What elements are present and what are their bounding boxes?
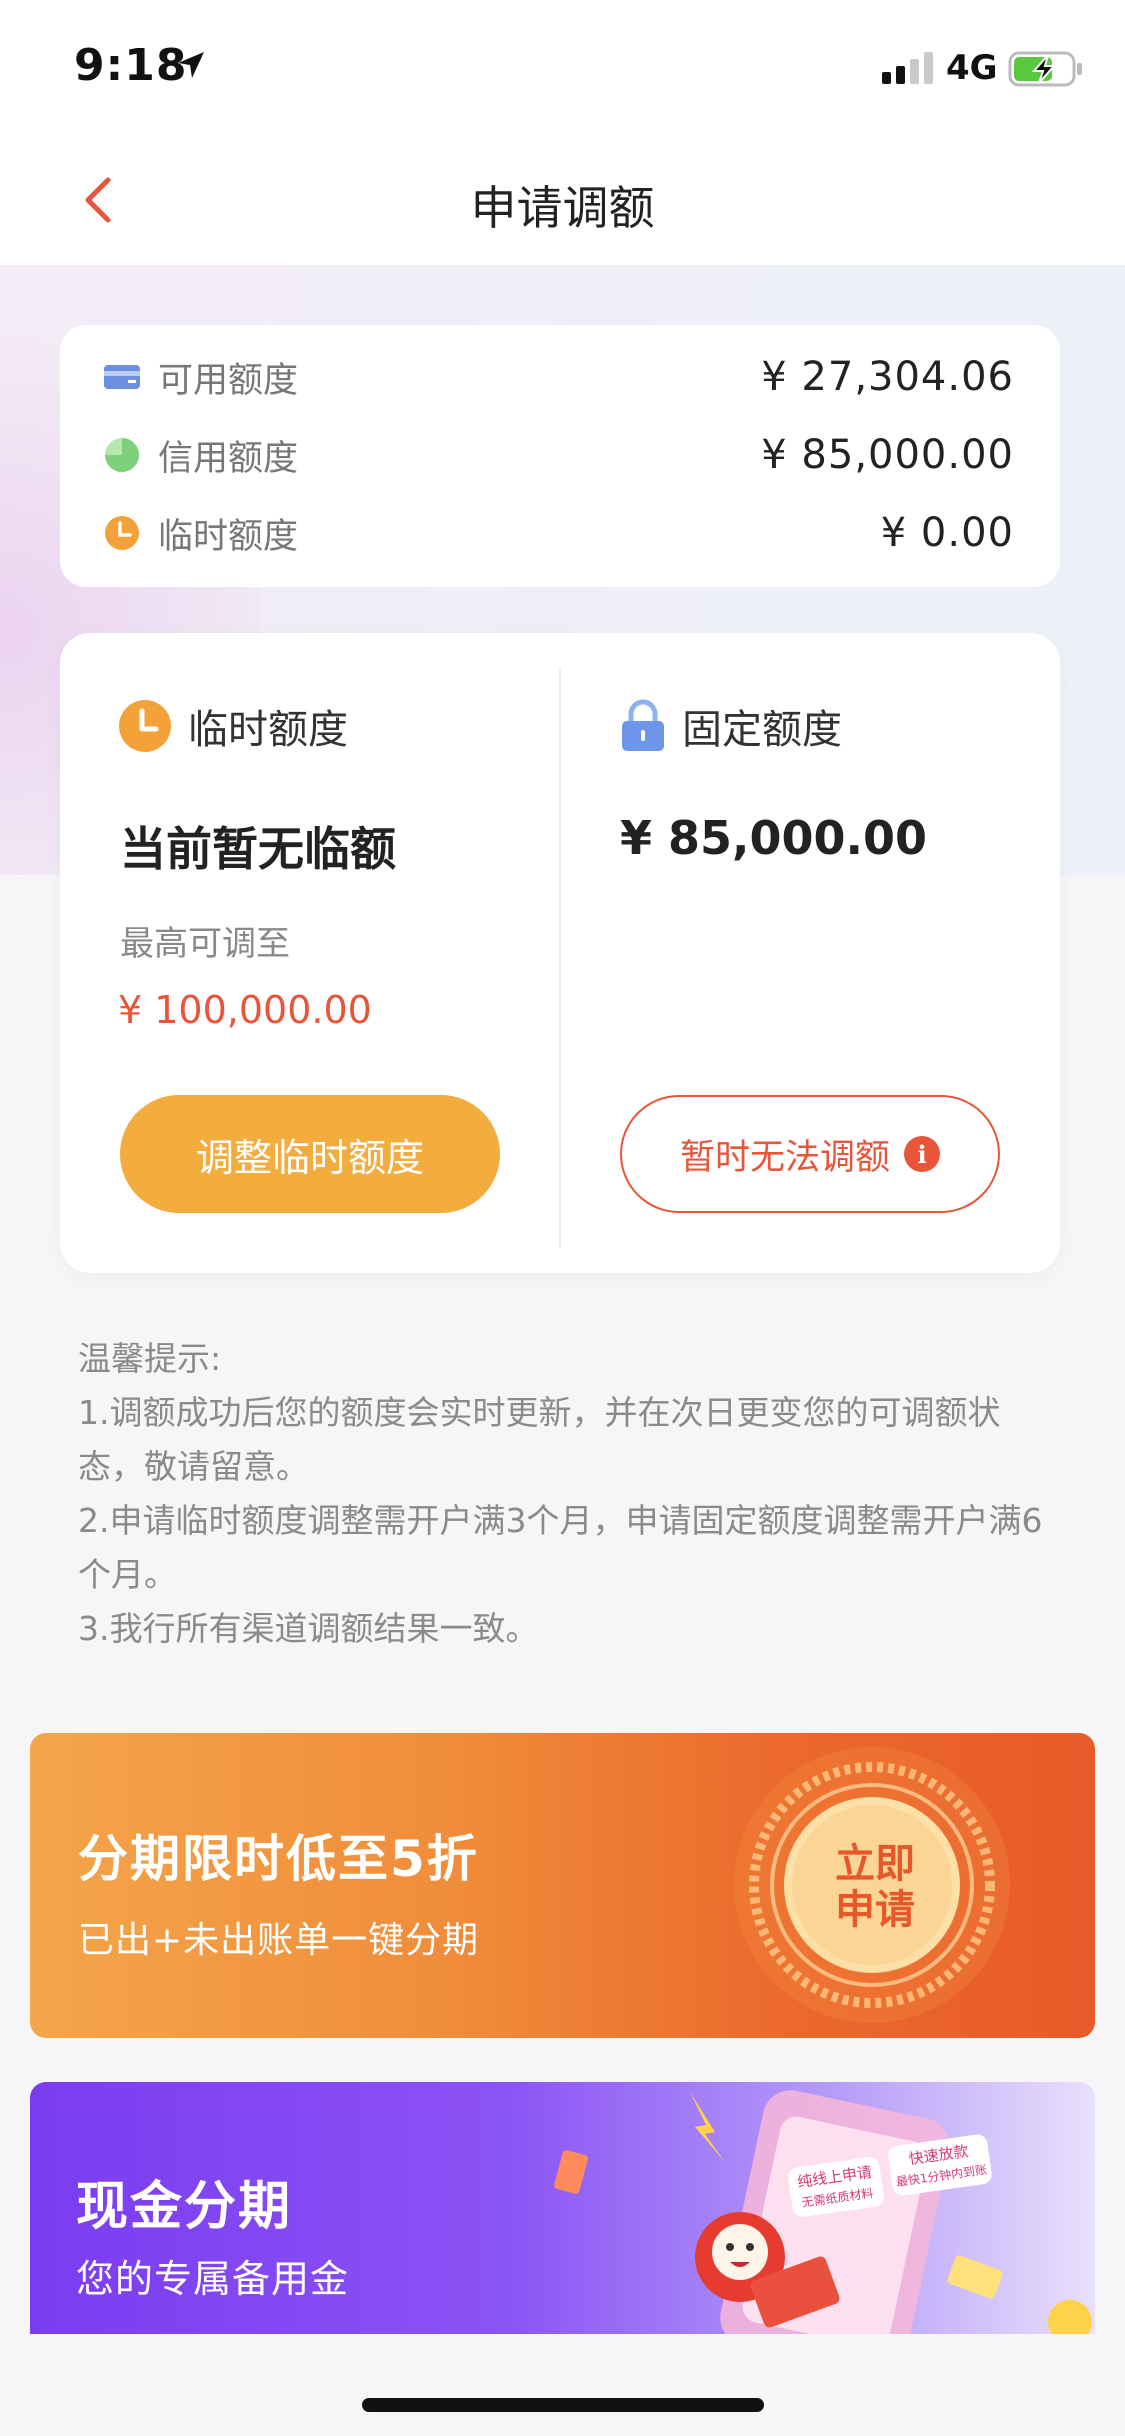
tip-item: 3.我行所有渠道调额结果一致。 (78, 1609, 539, 1648)
clock-icon (104, 515, 140, 551)
navigation-bar: 申请调额 (0, 132, 1125, 265)
location-arrow-icon (178, 52, 204, 78)
installment-promo-banner[interactable]: 分期限时低至5折 已出+未出账单一键分期 立即 申请 (30, 1733, 1095, 2038)
badge-line: 申请 (835, 1887, 915, 1933)
summary-value: ¥ 85,000.00 (761, 432, 1014, 478)
credit-summary-card: 可用额度 ¥ 27,304.06 信用额度 ¥ 85,000.00 临时额度 ¥… (60, 325, 1060, 587)
banner-title: 分期限时低至5折 (78, 1830, 479, 1888)
apply-now-badge-text[interactable]: 立即 申请 (820, 1841, 930, 1933)
credit-card-icon (104, 359, 140, 395)
max-adjust-label: 最高可调至 (120, 924, 290, 964)
column-divider (559, 669, 561, 1247)
info-icon[interactable]: i (904, 1136, 940, 1172)
status-bar: 9:18 4G (0, 0, 1125, 132)
banner-title: 现金分期 (76, 2177, 293, 2237)
fixed-limit-button-label: 暂时无法调额 (679, 1137, 890, 1178)
battery-charging-icon (1008, 51, 1082, 87)
cellular-signal-icon (882, 52, 933, 84)
summary-label: 可用额度 (158, 360, 299, 401)
temp-limit-status: 当前暂无临额 (120, 822, 396, 876)
summary-label: 信用额度 (158, 438, 299, 479)
summary-value: ¥ 27,304.06 (761, 354, 1014, 400)
max-adjust-value: ¥ 100,000.00 (118, 988, 372, 1032)
summary-value: ¥ 0.00 (880, 510, 1014, 556)
banner-subtitle: 您的专属备用金 (76, 2257, 350, 2301)
banner-subtitle: 已出+未出账单一键分期 (78, 1920, 480, 1961)
fixed-limit-heading: 固定额度 (620, 697, 842, 755)
clock-icon (119, 700, 171, 752)
home-indicator[interactable] (362, 2398, 764, 2412)
tips-heading: 温馨提示: (78, 1339, 222, 1378)
lock-icon (622, 699, 664, 751)
limit-adjust-card: 临时额度 当前暂无临额 最高可调至 ¥ 100,000.00 调整临时额度 固定… (60, 633, 1060, 1273)
fixed-limit-title: 固定额度 (682, 707, 842, 753)
status-time: 9:18 (74, 40, 188, 91)
tip-item: 2.申请临时额度调整需开户满3个月，申请固定额度调整需开户满6个月。 (78, 1501, 1043, 1594)
tip-item: 1.调额成功后您的额度会实时更新，并在次日更变您的可调额状态，敬请留意。 (78, 1393, 1001, 1486)
phone-mascot-illustration: 纯线上申请 无需纸质材料 快速放款 最快1分钟内到账 (554, 2090, 1092, 2334)
summary-label: 临时额度 (158, 516, 299, 557)
tips-section: 温馨提示: 1.调额成功后您的额度会实时更新，并在次日更变您的可调额状态，敬请留… (78, 1332, 1058, 1656)
adjust-temp-limit-button[interactable]: 调整临时额度 (120, 1095, 500, 1213)
temp-limit-heading: 临时额度 (118, 697, 348, 755)
pie-chart-icon (104, 437, 140, 473)
summary-row-credit: 信用额度 ¥ 85,000.00 (104, 425, 1014, 485)
summary-row-available: 可用额度 ¥ 27,304.06 (104, 347, 1014, 407)
summary-row-temporary: 临时额度 ¥ 0.00 (104, 503, 1014, 563)
page-title: 申请调额 (470, 181, 655, 235)
fixed-limit-unavailable-button[interactable]: 暂时无法调额 i (620, 1095, 1000, 1213)
fixed-limit-value: ¥ 85,000.00 (620, 811, 928, 865)
temp-limit-title: 临时额度 (188, 707, 348, 753)
cash-installment-banner[interactable]: 现金分期 您的专属备用金 纯线上申请 无需纸质材料 快速放款 最快1分钟内到账 (30, 2082, 1095, 2334)
badge-line: 立即 (835, 1841, 915, 1887)
network-type: 4G (946, 48, 998, 88)
